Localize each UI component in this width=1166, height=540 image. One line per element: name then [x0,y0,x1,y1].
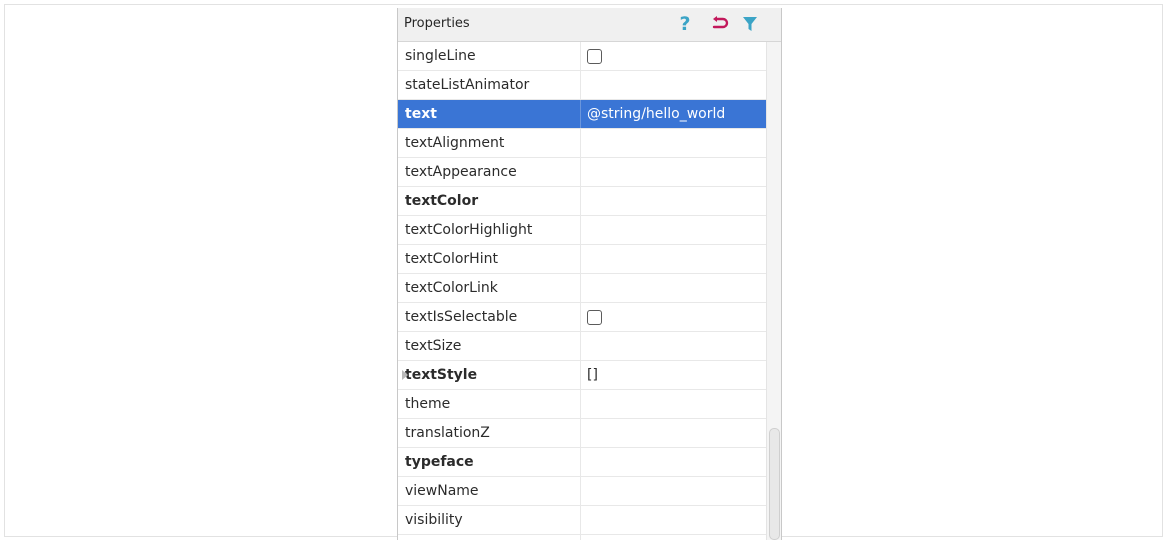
property-row[interactable]: textColorHighlight [398,216,766,245]
properties-table: singleLine stateListAnimator text @string/h… [398,42,766,540]
property-row[interactable]: viewName [398,477,766,506]
property-name-cell[interactable]: visibility [398,506,581,534]
property-name: textSize [405,338,462,354]
property-name: textStyle [405,367,478,383]
property-row[interactable]: textIsSelectable [398,303,766,332]
property-value: @string/hello_world [587,106,726,122]
property-value-cell[interactable]: [] [581,361,766,389]
property-name-cell[interactable]: typeface [398,448,581,476]
property-value-cell[interactable] [581,419,766,447]
property-name-cell[interactable]: singleLine [398,42,581,70]
property-name-cell[interactable]: textColorHighlight [398,216,581,244]
property-row[interactable]: translationZ [398,419,766,448]
property-name-cell[interactable]: textSize [398,332,581,360]
property-name: textColorHint [405,251,498,267]
expand-arrow-icon[interactable] [402,370,408,380]
filter-icon[interactable] [740,13,760,35]
property-name: typeface [405,454,474,470]
property-name-cell[interactable]: viewName [398,477,581,505]
property-name: textColorHighlight [405,222,533,238]
property-name-cell[interactable]: textStyle [398,361,581,389]
property-value-cell[interactable] [581,506,766,534]
property-row[interactable]: typeface [398,448,766,477]
property-name: stateListAnimator [405,77,530,93]
property-row[interactable]: singleLine [398,42,766,71]
property-row[interactable]: textAlignment [398,129,766,158]
property-name: textColor [405,193,479,209]
property-row[interactable]: textSize [398,332,766,361]
property-row[interactable]: textColorLink [398,274,766,303]
property-name: translationZ [405,425,490,441]
property-value-cell[interactable] [581,274,766,302]
property-name: visibility [405,512,463,528]
property-name-cell[interactable]: text [398,100,581,128]
property-name: textAlignment [405,135,505,151]
property-value: [] [587,367,598,383]
property-name-cell[interactable]: theme [398,390,581,418]
property-value-cell[interactable] [581,448,766,476]
property-name: viewName [405,483,479,499]
property-name: textAppearance [405,164,517,180]
property-name-cell[interactable]: textIsSelectable [398,303,581,331]
property-name-cell[interactable]: translationZ [398,419,581,447]
property-name-cell[interactable]: textColorLink [398,274,581,302]
property-row[interactable] [398,535,766,540]
property-name-cell[interactable] [398,535,581,540]
property-value-cell[interactable] [581,535,766,540]
panel-title: Properties [404,16,470,31]
property-name-cell[interactable]: textColorHint [398,245,581,273]
vertical-scrollbar[interactable] [766,42,781,540]
property-row[interactable]: textColor [398,187,766,216]
property-value-cell[interactable] [581,158,766,186]
property-name: textColorLink [405,280,498,296]
panel-header: Properties ? [398,8,781,42]
property-row[interactable]: visibility [398,506,766,535]
property-value-cell[interactable] [581,390,766,418]
property-value-cell[interactable] [581,187,766,215]
property-value-cell[interactable] [581,129,766,157]
scrollbar-thumb[interactable] [769,428,780,540]
property-value-cell[interactable] [581,216,766,244]
property-value-cell[interactable] [581,332,766,360]
property-checkbox[interactable] [587,48,602,64]
property-name: theme [405,396,451,412]
property-value-cell[interactable] [581,245,766,273]
property-row[interactable]: theme [398,390,766,419]
property-checkbox[interactable] [587,309,602,325]
property-value-cell[interactable] [581,42,766,70]
property-name-cell[interactable]: textAlignment [398,129,581,157]
property-value-cell[interactable] [581,477,766,505]
property-value-cell[interactable]: @string/hello_world [581,100,766,128]
property-name-cell[interactable]: textAppearance [398,158,581,186]
property-row[interactable]: textStyle [] [398,361,766,390]
property-name: text [405,106,437,122]
property-row[interactable]: stateListAnimator [398,71,766,100]
property-name: textIsSelectable [405,309,518,325]
property-name: singleLine [405,48,476,64]
help-icon[interactable]: ? [675,13,695,35]
property-name-cell[interactable]: textColor [398,187,581,215]
property-row[interactable]: textColorHint [398,245,766,274]
property-value-cell[interactable] [581,303,766,331]
property-value-cell[interactable] [581,71,766,99]
restore-icon[interactable] [710,13,730,35]
properties-panel: Properties ? singleLine stateListAnimator… [397,8,782,540]
property-row[interactable]: textAppearance [398,158,766,187]
property-name-cell[interactable]: stateListAnimator [398,71,581,99]
property-row[interactable]: text @string/hello_world [398,100,766,129]
